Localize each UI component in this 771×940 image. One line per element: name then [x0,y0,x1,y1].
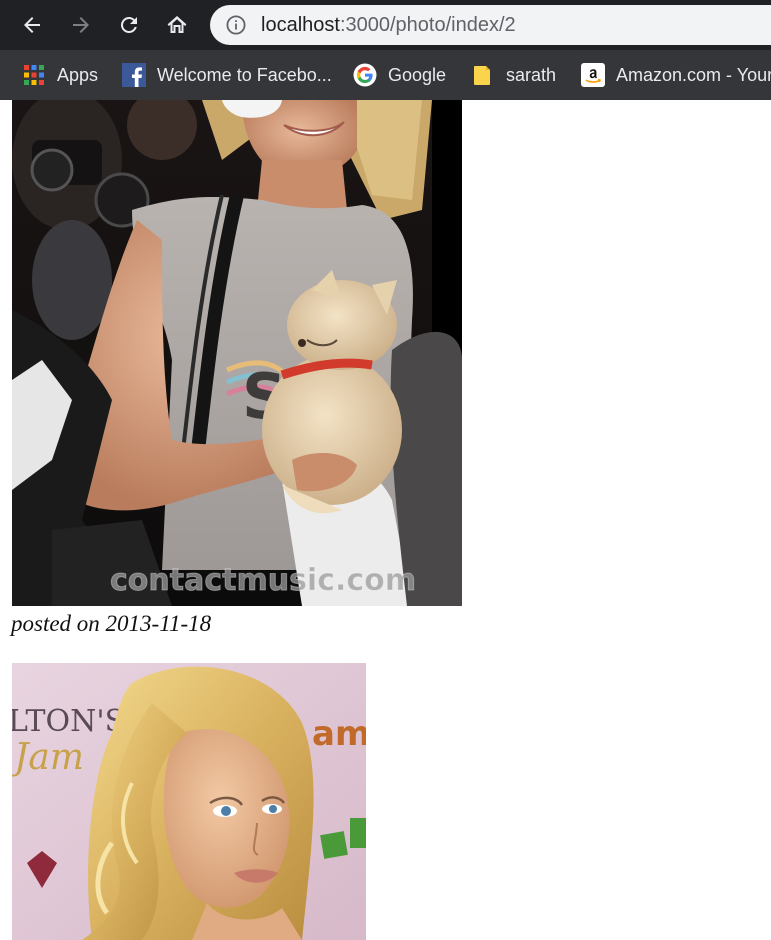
bookmark-folder-sarath[interactable]: sarath [471,61,556,89]
photo-watermark: contactmusic.com [110,563,416,598]
backdrop-text-jam: Jam [12,737,84,778]
browser-toolbar: localhost:3000/photo/index/2 [0,0,771,50]
url-path: :3000/photo/index/2 [339,14,516,36]
photo-blonde-woman-portrait[interactable]: LTON'S Jam ame [12,663,366,940]
bookmark-label: Amazon.com - Your [616,64,771,85]
info-icon[interactable] [226,15,246,35]
reload-button[interactable] [111,7,147,43]
url-text[interactable]: localhost:3000/photo/index/2 [261,14,516,36]
backdrop-text-right: ame [312,714,366,754]
bookmark-label: Welcome to Facebo... [157,64,332,85]
google-icon [353,63,377,87]
bookmark-amazon[interactable]: Amazon.com - Your [581,61,771,89]
bookmarks-bar: Apps Welcome to Facebo... Google sarath [0,50,771,100]
bookmark-label: Apps [57,64,99,85]
bookmark-google[interactable]: Google [353,61,446,89]
back-button[interactable] [14,7,50,43]
address-bar[interactable]: localhost:3000/photo/index/2 [210,5,771,45]
amazon-icon [581,63,605,87]
post-date-caption: posted on 2013-11-18 [11,611,212,636]
apps-grid-icon [24,65,44,85]
facebook-icon [122,63,146,87]
bookmark-facebook[interactable]: Welcome to Facebo... [122,61,332,89]
reload-icon [121,16,137,33]
home-button[interactable] [159,7,195,43]
bookmark-label: sarath [506,64,557,85]
arrow-right-icon [73,17,89,33]
backdrop-text-left: LTON'S [12,704,125,739]
photo-woman-with-puppy[interactable]: S contactmusic.com [12,100,462,606]
home-icon [167,16,187,33]
bookmark-label: Google [388,64,447,85]
url-host: localhost [261,14,340,36]
forward-button[interactable] [63,7,99,43]
arrow-left-icon [24,17,40,33]
bookmark-apps[interactable]: Apps [22,61,98,89]
folder-icon [474,66,490,85]
